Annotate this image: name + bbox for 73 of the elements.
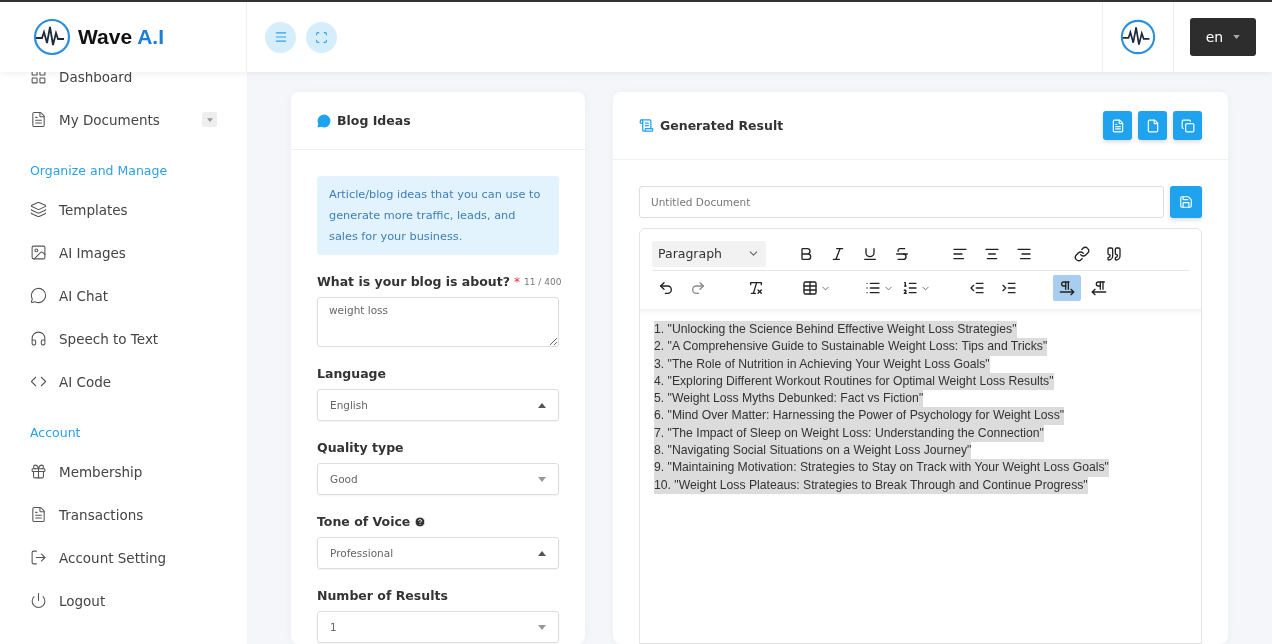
chat-bubble-icon [317, 113, 331, 128]
caret-icon [206, 117, 213, 122]
grid-icon [30, 72, 47, 85]
file-icon [1145, 118, 1160, 133]
wave-logo-icon [32, 17, 72, 57]
document-icon [30, 506, 47, 523]
character-count: 11 / 400 [523, 276, 562, 287]
export-button[interactable] [1138, 111, 1167, 140]
caret-icon [1233, 35, 1241, 39]
numbered-list-icon [902, 280, 918, 296]
sidebar-item[interactable]: Dashboard [30, 72, 217, 98]
sidebar-item[interactable]: Templates [30, 188, 217, 231]
expand-toggle[interactable] [202, 112, 217, 127]
sidebar-item[interactable]: Logout [30, 579, 217, 622]
card-title: Generated Result [660, 118, 785, 133]
select-field[interactable]: Professional [317, 537, 559, 569]
image-icon [30, 244, 47, 261]
section-title: Organize and Manage [30, 163, 169, 178]
document-title-field[interactable]: Untitled Document [639, 186, 1164, 218]
gift-icon [30, 463, 47, 480]
fullscreen-icon [315, 30, 328, 44]
underline-icon [862, 245, 878, 262]
menu-icon [273, 30, 288, 44]
sidebar-item[interactable]: AI Images [30, 231, 217, 274]
redo-icon [690, 280, 706, 296]
headphones-icon [30, 330, 47, 347]
wave-logo-icon [1119, 18, 1157, 56]
pilcrow-left-icon [1091, 280, 1107, 296]
sidebar-item[interactable]: My Documents [30, 98, 217, 141]
sidebar-item[interactable]: Transactions [30, 493, 217, 536]
select-field[interactable]: Good [317, 463, 559, 495]
sidebar-item[interactable]: AI Chat [30, 274, 217, 317]
bold-icon [798, 245, 814, 262]
info-message: Article/blog ideas that you can use to generate more traffic, leads, and sales for your business. [317, 176, 559, 255]
italic-icon [830, 245, 846, 262]
select-field[interactable]: 1 [317, 611, 559, 643]
word-file-icon [1110, 118, 1125, 133]
topic-field[interactable]: weight loss [317, 297, 559, 347]
section-title: Account [30, 425, 82, 440]
sidebar-item[interactable]: AI Code [30, 360, 217, 403]
bullet-list-icon [865, 280, 881, 296]
copy-icon [1180, 118, 1195, 133]
export-button[interactable] [1103, 111, 1132, 140]
quote-icon [1106, 245, 1122, 262]
pilcrow-right-icon [1059, 280, 1075, 296]
required-mark: * [513, 274, 520, 289]
logo-text: Wave A.I [78, 25, 164, 49]
sidebar-item[interactable]: Account Setting [30, 536, 217, 579]
card-title: Blog Ideas [337, 113, 412, 128]
link-icon [1074, 245, 1090, 262]
sidebar-item[interactable]: Membership [30, 450, 217, 493]
sidebar-item[interactable]: Speech to Text [30, 317, 217, 360]
chat-bubble-icon [30, 287, 47, 304]
field-label: Quality type [317, 440, 404, 455]
select-field[interactable]: English [317, 389, 559, 421]
strikethrough-icon [894, 245, 910, 262]
exit-icon [30, 549, 47, 566]
document-icon [30, 111, 47, 128]
outdent-icon [969, 280, 985, 296]
undo-icon [658, 280, 674, 296]
field-label: What is your blog is about? [317, 274, 510, 289]
table-icon [802, 280, 818, 296]
clear-format-icon [748, 280, 764, 296]
field-label: Language [317, 366, 386, 381]
power-icon [30, 592, 47, 609]
indent-icon [1001, 280, 1017, 296]
language-dropdown[interactable]: en [1190, 18, 1256, 56]
field-label: Number of Results [317, 588, 448, 603]
layers-icon [30, 201, 47, 218]
toolbar-button[interactable] [1053, 275, 1081, 301]
field-label: Tone of Voice [317, 514, 411, 529]
save-icon [1179, 195, 1193, 209]
block-format-dropdown[interactable]: Paragraph [652, 240, 766, 267]
